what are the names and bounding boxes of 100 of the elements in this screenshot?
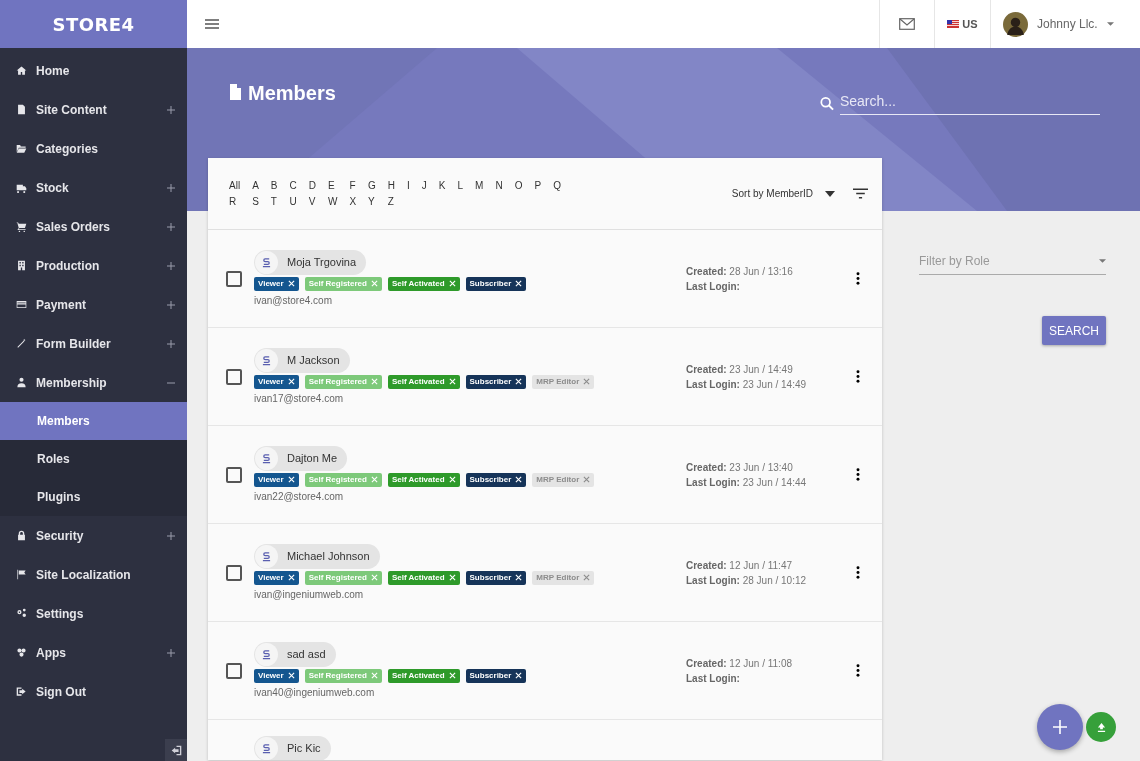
member-row[interactable]: M Jackson Viewer Self Registered Self Activated Subscriber MRP Editor ivan17@store4.com Created: 23 Jun / 14:49 Last Login: 23 Jun / 14:49 xyxy=(208,328,882,426)
letter-link[interactable]: S xyxy=(251,194,260,209)
sidebar-item[interactable]: Categories xyxy=(0,129,187,168)
sort-dropdown[interactable]: Sort by MemberID xyxy=(731,186,835,201)
role-tag: Self Activated xyxy=(387,668,460,683)
more-icon[interactable] xyxy=(856,566,860,579)
checkbox[interactable] xyxy=(226,466,242,483)
sidebar-item[interactable]: Sign Out xyxy=(0,672,187,711)
sidebar-subitem[interactable]: Members xyxy=(0,402,187,440)
letter-link[interactable]: O xyxy=(513,178,524,193)
sidebar-item[interactable]: Security xyxy=(0,516,187,555)
letter-link[interactable]: J xyxy=(420,178,428,193)
member-row[interactable]: Dajton Me Viewer Self Registered Self Activated Subscriber MRP Editor ivan22@store4.com Created: 23 Jun / 13:40 Last Login: 23 Jun / 14:44 xyxy=(208,426,882,524)
filter-icon[interactable] xyxy=(853,188,868,199)
letter-link[interactable]: B xyxy=(269,178,279,193)
letter-link[interactable]: P xyxy=(533,178,543,193)
last-login: Last Login: 28 Jun / 10:12 xyxy=(686,573,808,588)
role-tag: Viewer xyxy=(254,374,299,389)
letter-link[interactable]: Q xyxy=(552,178,562,193)
created-date: Created: 12 Jun / 11:08 xyxy=(686,656,793,671)
sidebar-subitem[interactable]: Roles xyxy=(0,440,187,478)
member-row[interactable]: Michael Johnson Viewer Self Registered Self Activated Subscriber MRP Editor ivan@ingeniumweb.com Created: 12 Jun / 11:47 Last Login: 28 Jun / 10:12 xyxy=(208,524,882,622)
upload-button[interactable] xyxy=(1086,712,1116,742)
member-row[interactable]: sad asd Viewer Self Registered Self Activated Subscriber ivan40@ingeniumweb.com Created: 12 Jun / 11:08 Last Login: xyxy=(208,622,882,720)
sidebar-item[interactable]: Production xyxy=(0,246,187,285)
letter-link[interactable]: All xyxy=(228,178,242,193)
last-login: Last Login: 23 Jun / 14:44 xyxy=(686,475,808,490)
letter-link[interactable]: N xyxy=(494,178,504,193)
mail-icon xyxy=(899,18,915,30)
sidebar-item[interactable]: Form Builder xyxy=(0,324,187,363)
sidebar-item[interactable]: Apps xyxy=(0,633,187,672)
letter-link[interactable]: W xyxy=(326,194,339,209)
more-icon[interactable] xyxy=(856,468,860,481)
role-tag: Subscriber xyxy=(465,570,527,585)
letter-link[interactable]: V xyxy=(307,194,317,209)
flag-icon xyxy=(947,20,960,28)
member-chip[interactable]: Dajton Me xyxy=(254,445,348,471)
sidebar-item[interactable]: Payment xyxy=(0,285,187,324)
role-tag: Subscriber xyxy=(465,374,527,389)
menu-icon[interactable] xyxy=(205,19,219,29)
letter-link[interactable]: I xyxy=(406,178,411,193)
member-chip[interactable]: Pic Kic xyxy=(254,736,331,760)
sidebar-item[interactable]: Site Content xyxy=(0,90,187,129)
letter-link[interactable]: E xyxy=(326,178,339,193)
letter-link[interactable]: D xyxy=(307,178,317,193)
more-icon[interactable] xyxy=(856,664,860,677)
created-date: Created: 12 Jun / 11:47 xyxy=(686,558,793,573)
member-email: ivan@ingeniumweb.com xyxy=(254,587,365,602)
search-field[interactable]: Search... xyxy=(839,91,1100,115)
letter-link[interactable]: H xyxy=(386,178,397,193)
letter-link[interactable]: M xyxy=(474,178,485,193)
role-tag: Self Activated xyxy=(387,472,460,487)
checkbox[interactable] xyxy=(226,564,242,581)
document-icon xyxy=(16,104,27,115)
letter-link[interactable]: A xyxy=(251,178,260,193)
page-title: Members xyxy=(248,81,336,105)
role-tag: Subscriber xyxy=(465,276,527,291)
member-chip[interactable]: Moja Trgovina xyxy=(254,249,367,275)
sidebar-item[interactable]: Membership xyxy=(0,363,187,402)
sidebar-item[interactable]: Site Localization xyxy=(0,555,187,594)
created-date: Created: 23 Jun / 14:49 xyxy=(686,362,794,377)
last-login: Last Login: xyxy=(686,279,741,294)
member-name: Dajton Me xyxy=(287,450,338,466)
letter-link[interactable]: Y xyxy=(367,194,377,209)
member-chip[interactable]: sad asd xyxy=(254,641,336,667)
logo[interactable]: STORE4 xyxy=(0,0,187,48)
role-tag: MRP Editor xyxy=(532,472,595,487)
more-icon[interactable] xyxy=(856,370,860,383)
member-name: M Jackson xyxy=(287,352,340,368)
letter-link[interactable]: K xyxy=(437,178,447,193)
member-row[interactable]: Moja Trgovina Viewer Self Registered Self Activated Subscriber ivan@store4.com Created: 28 Jun / 13:16 Last Login: xyxy=(208,230,882,328)
letter-link[interactable]: F xyxy=(348,178,358,193)
building-icon xyxy=(16,260,27,271)
member-chip[interactable]: Michael Johnson xyxy=(254,543,380,569)
letter-link[interactable]: L xyxy=(456,178,465,193)
plus-icon xyxy=(1052,719,1068,735)
sidebar-item[interactable]: Stock xyxy=(0,168,187,207)
store-logo-icon xyxy=(255,348,278,372)
checkbox[interactable] xyxy=(226,368,242,385)
letter-link[interactable]: U xyxy=(288,194,298,209)
letter-link[interactable]: X xyxy=(348,194,358,209)
exit-icon xyxy=(16,686,27,697)
letter-link[interactable]: R xyxy=(228,194,242,209)
checkbox[interactable] xyxy=(226,662,242,679)
search-button[interactable]: SEARCH xyxy=(1042,316,1106,345)
more-icon[interactable] xyxy=(856,272,860,285)
collapse-button[interactable] xyxy=(165,739,187,761)
letter-link[interactable]: G xyxy=(367,178,377,193)
sidebar-subitem[interactable]: Plugins xyxy=(0,478,187,516)
member-name: Pic Kic xyxy=(287,741,321,757)
sidebar-item[interactable]: Home xyxy=(0,51,187,90)
sidebar-item[interactable]: Settings xyxy=(0,594,187,633)
sidebar-item[interactable]: Sales Orders xyxy=(0,207,187,246)
letter-link[interactable]: T xyxy=(269,194,279,209)
checkbox[interactable] xyxy=(226,270,242,287)
last-login: Last Login: xyxy=(686,671,741,686)
add-button[interactable] xyxy=(1037,704,1083,750)
letter-link[interactable]: Z xyxy=(386,194,397,209)
member-chip[interactable]: M Jackson xyxy=(254,347,350,373)
letter-link[interactable]: C xyxy=(288,178,298,193)
